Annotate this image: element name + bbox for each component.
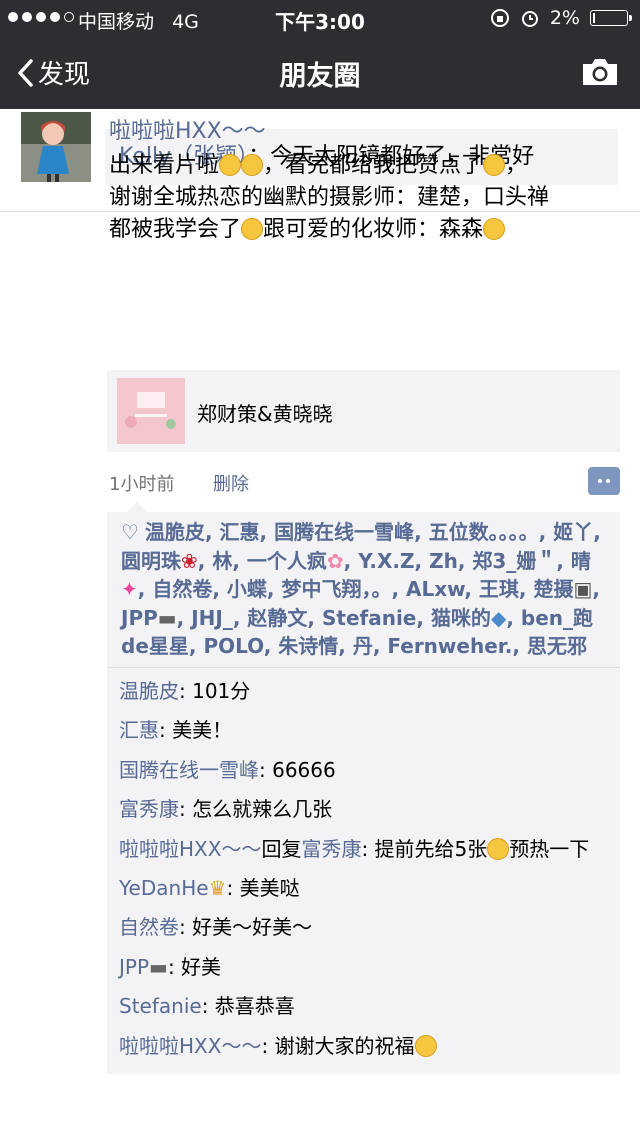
fish-emoji-icon: ◆ [490,605,507,630]
camera-icon [583,59,617,85]
smile-emoji-icon [483,218,506,240]
pistol-emoji-icon: ▬ [157,605,177,630]
delete-button[interactable]: 删除 [213,470,249,496]
camera-emoji-icon: ▣ [573,577,593,601]
post-text: 出来看片啦 ，看完都给我把赞点了， 谢谢全城热恋的幽默的摄影师：建楚，口头禅 都被… [109,153,550,242]
comment-item[interactable]: 啦啦啦HXX～～: 谢谢大家的祝福 [119,1027,610,1067]
battery-percent: 2% [549,7,580,29]
like-name[interactable]: JHJ_ [191,606,233,630]
like-name[interactable]: 一个人疯 [247,549,327,573]
post-timestamp: 1小时前 [109,474,175,495]
comment-item[interactable]: 温脆皮: 101分 [119,672,610,712]
tears-of-joy-emoji-icon [487,837,510,860]
like-name[interactable]: ALxw [406,577,464,601]
likes-list: ♡ 温脆皮, 汇惠, 国腾在线一雪峰, 五位数。。。。, 姬丫, 圆明珠❀, 林,… [121,520,601,658]
like-name[interactable]: 梦中飞翔，。 [281,577,391,601]
like-name[interactable]: Stefanie [322,606,416,630]
like-name[interactable]: 温脆皮 [145,520,205,544]
page-title: 朋友圈 [279,61,361,92]
battery-icon [590,10,632,26]
like-name[interactable]: 自然卷 [152,577,212,601]
like-name[interactable]: 汇惠 [220,520,260,544]
like-name[interactable]: 五位数。。。。 [429,520,539,544]
avatar[interactable] [21,112,91,182]
like-name[interactable]: Y.X.Z [358,549,414,573]
like-name[interactable]: 赵静文 [247,606,307,630]
link-title: 郑财策&黄晓晓 [197,402,333,426]
kiss-emoji-icon [483,154,506,176]
like-name[interactable]: 国腾在线一雪峰 [274,520,414,544]
navigation-bar: 发现 朋友圈 [0,36,640,109]
heart-icon: ♡ [121,520,139,544]
like-name[interactable]: 圆明珠 [121,549,181,573]
like-name[interactable]: 猫咪的 [431,606,491,630]
like-name[interactable]: POLO [203,634,263,658]
comment-menu-button[interactable] [588,467,620,495]
shared-link-card[interactable]: 郑财策&黄晓晓 [107,370,620,452]
pistol-emoji-icon: ▬ [149,954,168,979]
link-thumbnail [117,378,185,444]
like-name[interactable]: 朱诗情 [278,634,338,658]
comment-item[interactable]: 自然卷: 好美～好美～ [119,908,610,948]
alarm-icon [521,11,538,27]
like-name[interactable]: JPP [121,606,158,630]
crown-emoji-icon: ♛ [208,875,227,900]
camera-button[interactable] [580,56,620,92]
post-author[interactable]: 啦啦啦HXX～～ [109,113,266,145]
comment-item[interactable]: Stefanie: 恭喜恭喜 [119,987,610,1027]
like-name[interactable]: 思无邪 [527,634,587,658]
cherry-blossom-emoji-icon: ✿ [326,548,344,573]
ribbon-emoji-icon: ✦ [121,577,138,601]
comment-item[interactable]: JPP▬: 好美 [119,948,610,988]
comment-item[interactable]: 啦啦啦HXX～～回复富秀康: 提前先给5张 预热一下 [119,830,610,869]
like-name[interactable]: Zh [429,549,458,573]
grinning-emoji-icon [219,154,242,176]
rose-emoji-icon: ❀ [181,548,198,573]
likes-comments-box: ♡ 温脆皮, 汇惠, 国腾在线一雪峰, 五位数。。。。, 姬丫, 圆明珠❀, 林,… [107,502,620,1075]
like-name[interactable]: 姬丫 [553,520,593,544]
heart-eyes-emoji-icon [414,1034,437,1057]
like-name[interactable]: 王琪 [479,577,519,601]
like-name[interactable]: 郑3_姗＂ [472,549,556,573]
like-name[interactable]: 楚摄 [533,577,573,601]
comment-item[interactable]: 汇惠: 美美！ [119,711,610,751]
comment-item[interactable]: 富秀康: 怎么就辣么几张 [119,790,610,830]
grinning-emoji-icon [241,154,264,176]
comments-list: 温脆皮: 101分 汇惠: 美美！ 国腾在线一雪峰: 66666 富秀康: 怎么… [107,668,620,1075]
comment-item[interactable]: YeDanHe♛: 美美哒 [119,869,610,909]
like-name[interactable]: 小蝶 [227,577,267,601]
thinking-emoji-icon [241,218,264,240]
like-name[interactable]: 晴 [571,549,591,573]
like-name[interactable]: Fernweher. [387,634,512,658]
status-bar: 中国移动 4G 下午3:00 2% [0,0,640,36]
orientation-lock-icon [490,9,509,27]
comment-item[interactable]: 国腾在线一雪峰: 66666 [119,751,610,791]
like-name[interactable]: 丹 [353,634,373,658]
like-name[interactable]: 林 [212,549,232,573]
